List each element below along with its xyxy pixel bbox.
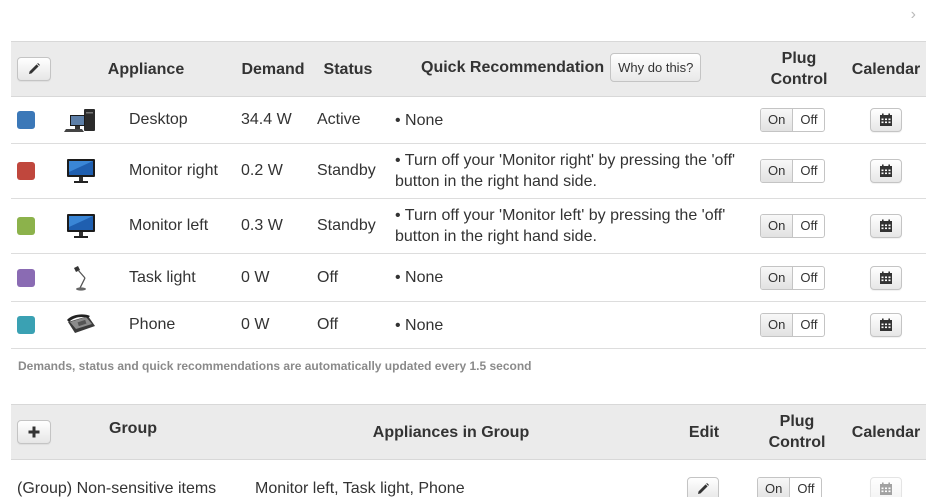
appliance-table-header: Appliance Demand Status Quick Recommenda…: [11, 41, 926, 97]
appliance-name: Monitor right: [129, 162, 218, 179]
plug-toggle: On Off: [760, 214, 826, 238]
plug-off-button[interactable]: Off: [793, 314, 824, 336]
plug-on-button[interactable]: On: [761, 266, 794, 289]
desk-lamp-icon: [74, 265, 86, 291]
appliance-status: Off: [317, 268, 339, 286]
plug-on-button[interactable]: On: [761, 314, 794, 336]
appliance-color-swatch: [17, 316, 35, 334]
close-icon[interactable]: ›: [911, 6, 916, 24]
desktop-computer-icon: [64, 109, 95, 132]
group-header-plug-control-line1: Plug: [779, 413, 815, 430]
monitor-icon: [67, 159, 95, 183]
appliance-name: Phone: [129, 316, 176, 333]
table-row: Phone 0 W Off • None On Off: [11, 302, 926, 349]
plug-toggle: On Off: [760, 159, 826, 183]
header-demand: Demand: [241, 60, 305, 78]
plug-toggle: On Off: [757, 477, 823, 497]
appliance-demand: 34.4 W: [241, 111, 292, 128]
appliance-status: Standby: [317, 162, 376, 179]
header-edit: Edit: [688, 423, 720, 441]
appliance-demand: 0 W: [241, 316, 270, 333]
appliance-recommendation: • Turn off your 'Monitor right' by press…: [395, 152, 736, 190]
header-group: Group: [109, 419, 157, 437]
calendar-icon: [880, 318, 892, 331]
plug-toggle: On Off: [760, 313, 826, 337]
table-row: Task light 0 W Off • None On Off: [11, 254, 926, 302]
edit-appliances-button[interactable]: [17, 57, 51, 81]
appliance-recommendation: • Turn off your 'Monitor left' by pressi…: [395, 207, 726, 245]
header-quick-recommendation: Quick Recommendation: [421, 58, 605, 76]
appliance-status: Active: [317, 111, 361, 128]
plug-off-button[interactable]: Off: [793, 215, 824, 237]
appliance-name: Task light: [129, 268, 196, 286]
table-row: Monitor right 0.2 W Standby • Turn off y…: [11, 144, 926, 199]
auto-update-note: Demands, status and quick recommendation…: [18, 359, 532, 373]
appliance-color-swatch: [17, 268, 35, 287]
header-calendar: Calendar: [851, 60, 921, 78]
header-plug-control-line1: Plug: [781, 50, 817, 67]
calendar-icon: [880, 113, 892, 126]
appliance-recommendation: • None: [395, 269, 444, 286]
plug-toggle: On Off: [760, 265, 826, 290]
edit-group-button[interactable]: [687, 477, 719, 497]
plus-icon: [28, 426, 40, 438]
appliance-name: Desktop: [129, 111, 188, 128]
appliance-demand: 0.3 W: [241, 217, 283, 234]
plug-on-button[interactable]: On: [761, 160, 794, 182]
plug-on-button[interactable]: On: [761, 215, 794, 237]
appliance-demand: 0 W: [241, 268, 270, 286]
appliance-status: Off: [317, 316, 339, 333]
plug-off-button[interactable]: Off: [790, 478, 821, 497]
calendar-button[interactable]: [870, 313, 902, 337]
appliance-status: Standby: [317, 217, 376, 234]
group-appliances: Monitor left, Task light, Phone: [255, 480, 465, 497]
plug-off-button[interactable]: Off: [793, 109, 824, 131]
header-status: Status: [323, 60, 373, 78]
header-group-calendar: Calendar: [851, 423, 921, 441]
plug-on-button[interactable]: On: [761, 109, 794, 131]
appliance-recommendation: • None: [395, 316, 444, 334]
plug-off-button[interactable]: Off: [793, 160, 824, 182]
calendar-button[interactable]: [870, 108, 902, 132]
appliance-color-swatch: [17, 111, 35, 129]
group-name: (Group) Non-sensitive items: [17, 480, 217, 497]
plug-toggle: On Off: [760, 108, 826, 132]
table-row: Desktop 34.4 W Active • None On Off: [11, 97, 926, 144]
pencil-icon: [698, 483, 709, 494]
monitor-icon: [67, 214, 95, 238]
appliance-recommendation: • None: [395, 111, 444, 129]
calendar-icon: [880, 271, 892, 284]
plug-off-button[interactable]: Off: [793, 267, 824, 289]
calendar-icon: [880, 164, 892, 177]
group-calendar-button[interactable]: [870, 477, 902, 497]
header-appliances-in-group: Appliances in Group: [372, 423, 530, 441]
table-row: Monitor left 0.3 W Standby • Turn off yo…: [11, 199, 926, 254]
appliance-color-swatch: [17, 217, 35, 235]
appliance-name: Monitor left: [129, 217, 209, 234]
calendar-button[interactable]: [870, 265, 902, 290]
calendar-icon: [880, 482, 892, 495]
plug-on-button[interactable]: On: [758, 478, 791, 497]
calendar-button[interactable]: [870, 214, 902, 238]
calendar-icon: [880, 219, 892, 232]
group-row: (Group) Non-sensitive items Monitor left…: [11, 474, 926, 497]
header-appliance: Appliance: [107, 60, 185, 78]
header-plug-control-line2: Control: [770, 71, 828, 88]
appliance-demand: 0.2 W: [241, 162, 283, 179]
calendar-button[interactable]: [870, 159, 902, 183]
add-group-button[interactable]: [17, 420, 51, 444]
group-table-header: Group Appliances in Group Edit Plug Cont…: [11, 404, 926, 460]
appliance-color-swatch: [17, 162, 35, 180]
pencil-icon: [29, 63, 40, 74]
phone-icon: [67, 314, 95, 333]
group-header-plug-control-line2: Control: [768, 434, 826, 451]
why-do-this-button[interactable]: Why do this?: [610, 52, 702, 82]
